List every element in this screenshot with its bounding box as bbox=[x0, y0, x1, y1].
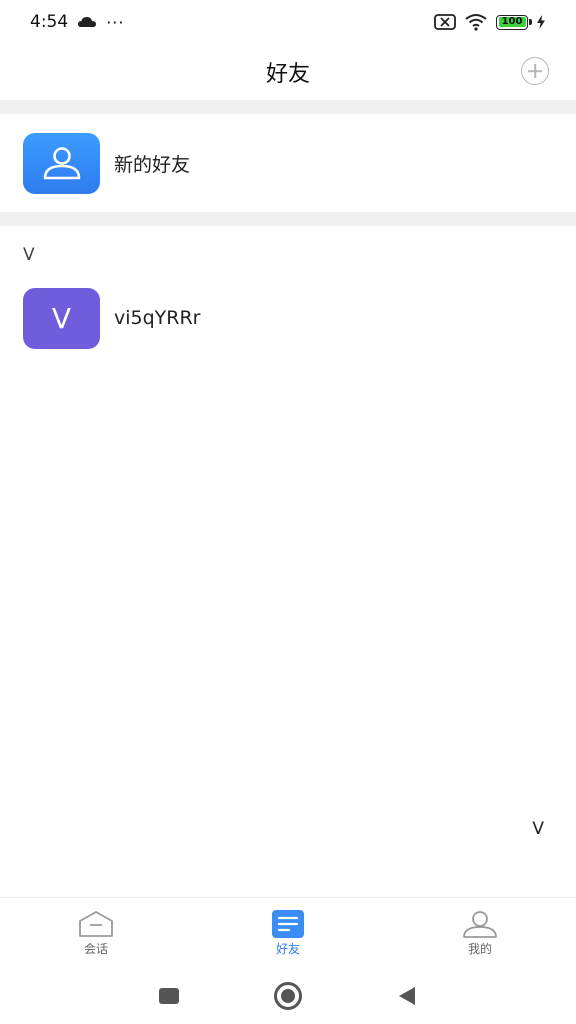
new-friends-label: 新的好友 bbox=[114, 153, 191, 176]
tab-me-label: 我的 bbox=[467, 941, 492, 956]
contact-avatar-letter: V bbox=[51, 301, 72, 335]
contacts-list-icon bbox=[272, 909, 304, 938]
cloud-icon bbox=[78, 17, 97, 27]
charging-bolt-icon bbox=[537, 15, 545, 29]
new-friends-avatar bbox=[23, 132, 100, 194]
status-bar: 4:54 ··· 100 bbox=[0, 0, 576, 44]
contact-row[interactable]: V vi5qYRRr bbox=[0, 287, 576, 349]
app-screen: 4:54 ··· 100 好友 新的好友 V V vi5qYRRr V 会话 好… bbox=[0, 0, 576, 1024]
status-more-dots: ··· bbox=[106, 12, 125, 32]
tab-friends[interactable]: 好友 bbox=[192, 898, 384, 968]
battery-level: 100 bbox=[501, 15, 523, 27]
section-header-letter: V bbox=[23, 245, 35, 265]
recent-apps-button[interactable] bbox=[159, 987, 179, 1004]
bottom-tab-bar: 会话 好友 我的 bbox=[0, 897, 576, 968]
system-navigation-bar bbox=[0, 967, 576, 1024]
wifi-icon bbox=[465, 14, 487, 31]
no-sim-icon bbox=[434, 14, 456, 30]
profile-icon bbox=[463, 910, 497, 938]
home-button[interactable] bbox=[274, 981, 302, 1010]
battery-icon: 100 bbox=[496, 14, 532, 30]
new-friends-row[interactable]: 新的好友 bbox=[0, 114, 576, 212]
tab-chats-label: 会话 bbox=[83, 941, 108, 956]
status-left: 4:54 ··· bbox=[30, 12, 124, 32]
alphabet-index-letter[interactable]: V bbox=[532, 819, 544, 839]
tab-me[interactable]: 我的 bbox=[384, 898, 576, 968]
tab-chats[interactable]: 会话 bbox=[0, 898, 192, 968]
page-header: 好友 bbox=[0, 44, 576, 100]
status-right: 100 bbox=[434, 13, 546, 31]
chat-home-icon bbox=[79, 910, 113, 937]
section-divider bbox=[0, 100, 576, 114]
status-time: 4:54 bbox=[30, 12, 69, 32]
tab-friends-label: 好友 bbox=[275, 941, 300, 956]
page-title: 好友 bbox=[265, 62, 310, 87]
section-divider bbox=[0, 212, 576, 226]
contact-avatar: V bbox=[23, 287, 100, 349]
person-add-icon bbox=[43, 147, 80, 180]
back-triangle-icon[interactable] bbox=[397, 986, 417, 1006]
add-friend-button[interactable] bbox=[521, 57, 549, 85]
contact-name: vi5qYRRr bbox=[114, 307, 201, 329]
